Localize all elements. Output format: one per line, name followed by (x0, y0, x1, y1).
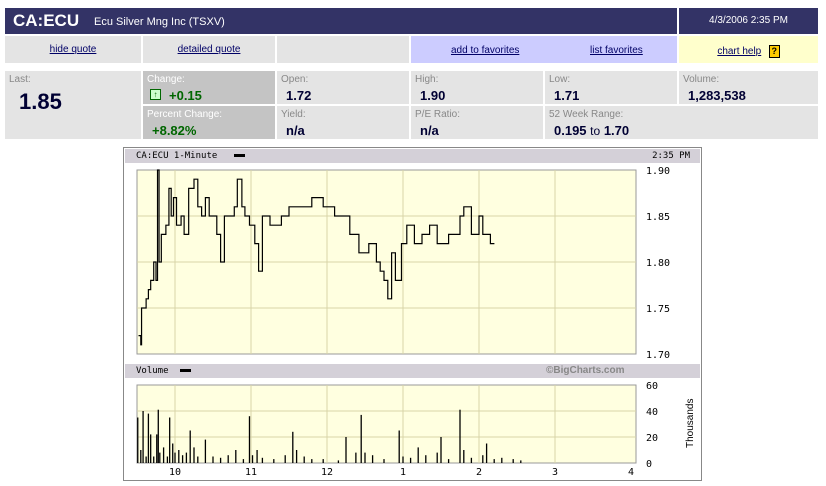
price-tick: 1.90 (646, 166, 670, 177)
x-tick: 12 (321, 467, 333, 478)
price-tick: 1.75 (646, 304, 670, 315)
volume-tick: 60 (646, 381, 658, 392)
x-tick: 4 (628, 467, 634, 478)
volume-tick: 0 (646, 459, 652, 470)
chart-svg: 1.901.851.801.751.70604020010 11 12 1 2 3 4Tho… (136, 166, 696, 478)
volume-tick: 40 (646, 407, 658, 418)
price-tick: 1.70 (646, 350, 670, 361)
x-tick: 11 (245, 467, 257, 478)
x-tick: 1 (400, 467, 406, 478)
volume-tick: 20 (646, 433, 658, 444)
price-tick: 1.80 (646, 258, 670, 269)
price-tick: 1.85 (646, 212, 670, 223)
x-tick: 10 (169, 467, 181, 478)
x-tick: 3 (552, 467, 558, 478)
x-tick: 2 (476, 467, 482, 478)
volume-axis-label: Thousands (685, 399, 696, 448)
volume-plot-area (136, 384, 637, 464)
